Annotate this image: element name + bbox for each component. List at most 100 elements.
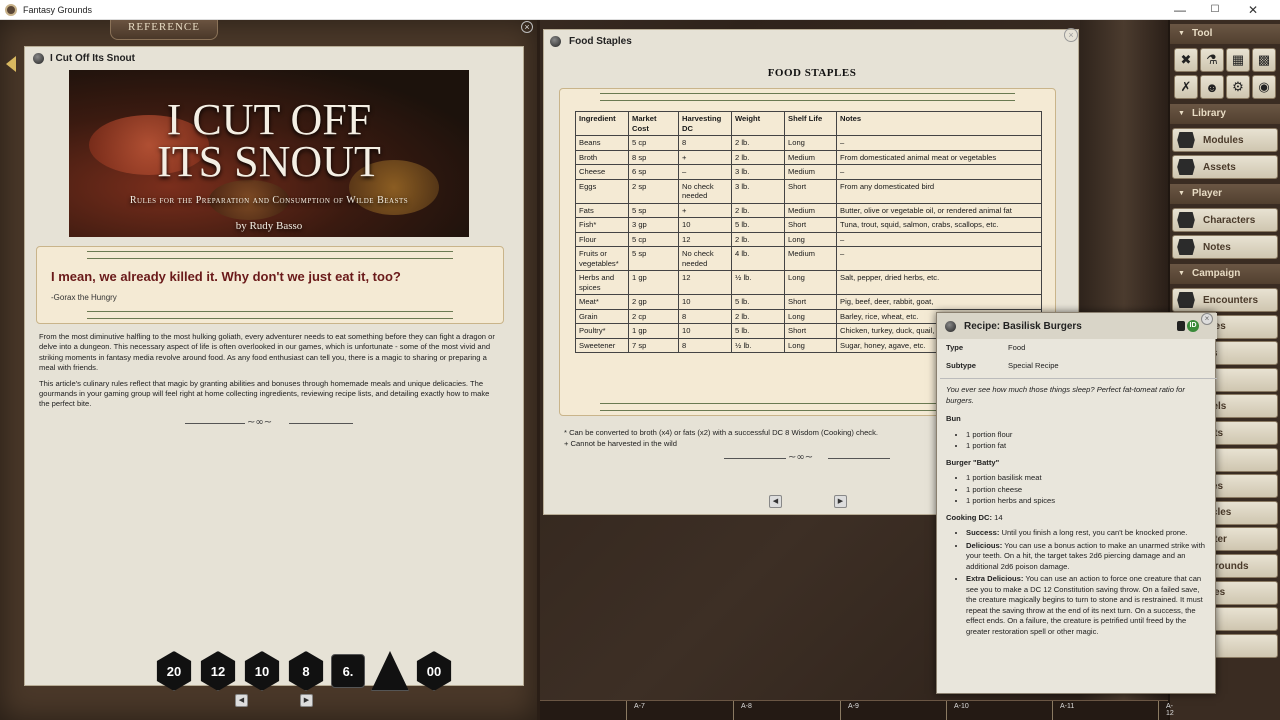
table-cell: Short xyxy=(784,178,837,204)
sidebar-item-label: Modules xyxy=(1203,134,1244,146)
table-cell: 10 xyxy=(678,323,732,339)
table-cell: Salt, pepper, dried herbs, etc. xyxy=(836,270,1042,295)
party-icon[interactable]: ☻ xyxy=(1200,75,1224,99)
options-gear-icon[interactable]: ⚙ xyxy=(1226,75,1250,99)
reference-close-icon[interactable]: × xyxy=(521,21,533,33)
table-cell: Medium xyxy=(784,202,837,218)
table-cell: Short xyxy=(784,294,837,310)
d12-die[interactable]: 12 xyxy=(200,651,236,691)
table-cell: 2 lb. xyxy=(731,202,785,218)
lock-icon[interactable] xyxy=(1177,321,1185,331)
record-bullet-icon[interactable] xyxy=(550,36,561,47)
calendar-icon[interactable]: ▦ xyxy=(1226,48,1250,72)
next-page-button[interactable]: ▶ xyxy=(300,694,313,707)
back-arrow-icon[interactable] xyxy=(6,56,16,72)
footnote: * Can be converted to broth (x4) or fats… xyxy=(564,428,878,437)
grid-coordinate-label: A-9 xyxy=(848,703,859,710)
close-window-button[interactable]: ✕ xyxy=(1236,0,1270,20)
table-cell: Long xyxy=(784,231,837,247)
grid-tick xyxy=(1158,701,1159,720)
effect-item: Extra Delicious: You can use an action t… xyxy=(966,574,1211,637)
effects-icon[interactable]: ✗ xyxy=(1174,75,1198,99)
sidebar-item-encounters[interactable]: Encounters xyxy=(1172,288,1278,312)
d100-die[interactable]: 00 xyxy=(416,651,452,691)
tools-icon[interactable]: ✖ xyxy=(1174,48,1198,72)
lighting-icon[interactable]: ⚗ xyxy=(1200,48,1224,72)
grid-icon[interactable]: ▩ xyxy=(1252,48,1276,72)
sidebar-item-characters[interactable]: Characters xyxy=(1172,208,1278,232)
divider-ornament: ~∞~ xyxy=(247,417,273,428)
d6-die[interactable]: 6. xyxy=(331,654,365,688)
id-badge-icon[interactable]: ID xyxy=(1187,320,1199,332)
table-row: Fats 5 sp +2 lb. Medium Butter, olive or veg… xyxy=(575,202,1042,218)
recipe-title: Recipe: Basilisk Burgers xyxy=(964,320,1082,332)
ornament-top xyxy=(600,93,1015,101)
recipe-description: You ever see how much those things sleep… xyxy=(946,385,1185,405)
table-row: Beans 5 cp 8 2 lb. Long – xyxy=(575,135,1042,151)
colors-icon[interactable]: ◉ xyxy=(1252,75,1276,99)
table-cell: From domesticated animal meat or vegetab… xyxy=(836,149,1042,165)
reference-tab[interactable]: REFERENCE xyxy=(110,20,218,40)
effect-text: You can use an action to force one creat… xyxy=(966,574,1203,636)
table-cell: Long xyxy=(784,308,837,324)
table-cell: Short xyxy=(784,323,837,339)
d4-die[interactable] xyxy=(371,651,409,691)
table-row: Fruits or vegetables* 5 sp No check needed… xyxy=(575,246,1042,271)
sidebar-item-assets[interactable]: Assets xyxy=(1172,155,1278,179)
table-cell: 10 xyxy=(678,294,732,310)
table-cell: 3 gp xyxy=(628,217,679,233)
sidebar-item-notes[interactable]: Notes xyxy=(1172,235,1278,259)
table-cell: 5 cp xyxy=(628,135,679,151)
sidebar-section-player[interactable]: Player xyxy=(1170,184,1280,204)
type-label: Type xyxy=(946,343,964,352)
minimize-button[interactable]: — xyxy=(1163,0,1197,20)
table-row: Fish* 3 gp 10 5 lb. Short Tuna, trout, squid,… xyxy=(575,217,1042,233)
table-cell: 5 cp xyxy=(628,231,679,247)
next-page-button[interactable]: ▶ xyxy=(834,495,847,508)
record-bullet-icon[interactable] xyxy=(33,53,44,64)
banner-title-line2: ITS SNOUT xyxy=(157,137,381,186)
quote-attribution: -Gorax the Hungry xyxy=(51,293,117,302)
d20-die[interactable]: 20 xyxy=(156,651,192,691)
prev-page-button[interactable]: ◀ xyxy=(235,694,248,707)
table-cell: Flour xyxy=(575,231,629,247)
record-bullet-icon[interactable] xyxy=(945,320,956,332)
assets-icon xyxy=(1177,159,1195,175)
banner-author: by Rudy Basso xyxy=(235,220,303,232)
sidebar-section-campaign[interactable]: Campaign xyxy=(1170,264,1280,284)
reference-page-title: I Cut Off Its Snout xyxy=(50,53,135,64)
table-cell: 3 lb. xyxy=(731,178,785,204)
grid-tick xyxy=(626,701,627,720)
sidebar-section-tool[interactable]: Tool xyxy=(1170,24,1280,44)
sidebar-item-modules[interactable]: Modules xyxy=(1172,128,1278,152)
separator xyxy=(940,378,1217,379)
table-cell: 1 gp xyxy=(628,323,679,339)
burger-list: 1 portion basilisk meat 1 portion cheese… xyxy=(966,473,1211,507)
sidebar-section-library[interactable]: Library xyxy=(1170,104,1280,124)
column-header: Weight xyxy=(731,111,785,136)
table-cell: 4 lb. xyxy=(731,246,785,271)
effect-name: Success: xyxy=(966,528,1000,537)
food-staples-window-title: Food Staples xyxy=(569,36,632,47)
effect-item: Success: Until you finish a long rest, y… xyxy=(966,528,1211,539)
recipe-close-icon[interactable]: × xyxy=(1201,313,1213,325)
d10-die[interactable]: 10 xyxy=(244,651,280,691)
table-cell: + xyxy=(678,202,732,218)
quote-box: I mean, we already killed it. Why don't … xyxy=(36,246,504,324)
banner-subtitle: Rules for the Preparation and Consumptio… xyxy=(129,195,409,206)
food-staples-close-icon[interactable]: × xyxy=(1064,28,1078,42)
burger-heading: Burger "Batty" xyxy=(946,457,1000,467)
maximize-button[interactable]: ☐ xyxy=(1198,0,1232,20)
table-row: Flour 5 cp 12 2 lb. Long – xyxy=(575,231,1042,247)
d8-die[interactable]: 8 xyxy=(288,651,324,691)
table-cell: 5 lb. xyxy=(731,323,785,339)
ornament-top xyxy=(87,251,453,259)
food-staples-heading: FOOD STAPLES xyxy=(767,67,857,79)
table-cell: 8 xyxy=(678,135,732,151)
subtype-value: Special Recipe xyxy=(1008,360,1059,370)
table-cell: No check needed xyxy=(678,246,732,271)
table-cell: 8 xyxy=(678,308,732,324)
type-value: Food xyxy=(1008,343,1026,352)
prev-page-button[interactable]: ◀ xyxy=(769,495,782,508)
table-cell: 2 lb. xyxy=(731,135,785,151)
